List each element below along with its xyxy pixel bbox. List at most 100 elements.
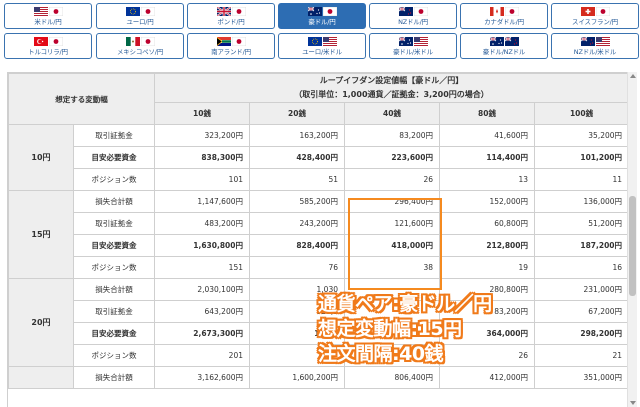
row-label: 取引証拠金: [73, 300, 155, 323]
currency-tab[interactable]: NZドル/円: [369, 3, 457, 29]
row-label: 損失合計額: [73, 366, 155, 389]
currency-tab-label: NZドル/米ドル: [573, 48, 617, 56]
overlay-line-pair: 通貨ペア:豪ドル／円: [318, 293, 492, 315]
table-row: 損失合計額 3,162,600円 1,600,200円 806,400円 412,000…: [8, 366, 627, 389]
value-cell: 231,000円: [533, 278, 627, 301]
value-cell: 828,400円: [249, 234, 345, 257]
tab-flags: [216, 6, 246, 17]
currency-tab[interactable]: カナダドル/円: [460, 3, 548, 29]
value-cell: 838,300円: [154, 146, 250, 169]
flag-au-icon: [307, 7, 322, 16]
currency-tab[interactable]: 豪ドル/NZドル: [460, 33, 548, 59]
value-cell: 187,200円: [533, 234, 627, 257]
value-cell: 76: [249, 256, 345, 279]
value-cell: 428,400円: [249, 146, 345, 169]
currency-tab-label: ポンド/円: [217, 18, 245, 26]
value-cell: 412,000円: [439, 366, 535, 389]
flag-jp-icon: [322, 7, 337, 16]
value-cell: 114,400円: [439, 146, 535, 169]
currency-tab[interactable]: ユーロ/円: [96, 3, 184, 29]
value-cell: 121,600円: [344, 212, 440, 235]
tab-flags: [580, 6, 610, 17]
value-cell: 351,000円: [533, 366, 627, 389]
value-cell: 1,600,200円: [249, 366, 345, 389]
table-row: ポジション数 151 76 38 19 16: [9, 256, 627, 279]
row-label: 目安必要資金: [73, 146, 155, 169]
value-cell: 643,200円: [154, 300, 250, 323]
table-title: ループイフダン設定値幅【豪ドル／円】 （取引単位：1,000通貨／証拠金：3,2…: [153, 73, 627, 103]
value-cell: 296,400円: [344, 190, 440, 213]
value-cell: 35,200円: [533, 124, 627, 147]
vertical-scrollbar[interactable]: [627, 72, 637, 407]
currency-tab[interactable]: NZドル/米ドル: [551, 33, 639, 59]
flag-au-icon: [398, 37, 413, 46]
table-row: 10円 取引証拠金 323,200円 163,200円 83,200円 41,600円 35…: [8, 124, 627, 191]
currency-tab[interactable]: トルコリラ/円: [4, 33, 92, 59]
overlay-caption: 通貨ペア:豪ドル／円 想定変動幅:15円 注文間隔:40銭: [318, 292, 508, 367]
value-cell: 2,673,300円: [154, 322, 250, 345]
currency-tab-label: 豪ドル/NZドル: [482, 48, 526, 56]
value-cell: 2,030,100円: [154, 278, 250, 301]
table-title-line2: （取引単位：1,000通貨／証拠金：3,200円の場合）: [294, 90, 489, 99]
flag-us-icon: [322, 37, 337, 46]
value-cell: 323,200円: [154, 124, 250, 147]
flag-mx-icon: [125, 37, 140, 46]
value-cell: 3,162,600円: [154, 366, 250, 389]
value-cell: 201: [154, 344, 250, 367]
scroll-down-arrow-icon[interactable]: [630, 401, 636, 405]
simulation-table-container: 想定する変動幅 ループイフダン設定値幅【豪ドル／円】 （取引単位：1,000通貨…: [7, 72, 627, 407]
tab-flags: [307, 36, 337, 47]
flag-ch-icon: [580, 7, 595, 16]
value-cell: 101,200円: [533, 146, 627, 169]
flag-nz-icon: [398, 7, 413, 16]
column-header: 40銭: [344, 102, 440, 125]
value-cell: 223,600円: [344, 146, 440, 169]
value-cell: 101: [154, 168, 250, 191]
currency-tab[interactable]: 米ドル/円: [4, 3, 92, 29]
scroll-thumb[interactable]: [629, 196, 636, 296]
table-row: 目安必要資金 838,300円 428,400円 223,600円 114,400円 10…: [9, 146, 627, 169]
overlay-line-range: 想定変動幅:15円: [318, 318, 462, 340]
value-cell: 21: [533, 344, 627, 367]
currency-tab-label: 豪ドル/米ドル: [393, 48, 433, 56]
row-label: 損失合計額: [73, 190, 155, 213]
flag-us-icon: [413, 37, 428, 46]
value-cell: 19: [439, 256, 535, 279]
value-cell: 243,200円: [249, 212, 345, 235]
row-label: 目安必要資金: [73, 322, 155, 345]
flag-jp-icon: [504, 7, 519, 16]
currency-tab[interactable]: 豪ドル/円: [278, 3, 366, 29]
tab-flags: [33, 36, 63, 47]
currency-tab[interactable]: 豪ドル/米ドル: [369, 33, 457, 59]
column-header: 20銭: [249, 102, 345, 125]
value-cell: 298,200円: [533, 322, 627, 345]
flag-za-icon: [216, 37, 231, 46]
table-title-line1: ループイフダン設定値幅【豪ドル／円】: [319, 76, 464, 85]
scroll-up-arrow-icon[interactable]: [630, 74, 636, 78]
table-row: 目安必要資金 1,630,800円 828,400円 418,000円 212,800円…: [9, 234, 627, 257]
currency-tab[interactable]: ユーロ/米ドル: [278, 33, 366, 59]
currency-tab-label: メキシコペソ/円: [116, 48, 164, 56]
flag-us-icon: [595, 37, 610, 46]
flag-jp-icon: [140, 37, 155, 46]
row-label: 損失合計額: [73, 278, 155, 301]
flag-us-icon: [33, 7, 48, 16]
currency-tab[interactable]: メキシコペソ/円: [96, 33, 184, 59]
value-cell: 585,200円: [249, 190, 345, 213]
value-cell: 483,200円: [154, 212, 250, 235]
value-cell: 151: [154, 256, 250, 279]
currency-tab[interactable]: 南アランド/円: [187, 33, 275, 59]
currency-tab-label: ユーロ/円: [126, 18, 154, 26]
currency-pair-tabs: 米ドル/円 ユーロ/円 ポンド/円 豪ドル/円 NZドル/円 カナダドル/円 スイスフラン/…: [4, 3, 639, 61]
tab-flags: [398, 6, 428, 17]
flag-ca-icon: [489, 7, 504, 16]
value-cell: 41,600円: [439, 124, 535, 147]
currency-tab[interactable]: スイスフラン/円: [551, 3, 639, 29]
table-row: 15円 損失合計額 1,147,600円 585,200円 296,400円 152,00…: [8, 190, 627, 279]
row-label: ポジション数: [73, 256, 155, 279]
currency-tab-label: ユーロ/米ドル: [302, 48, 342, 56]
currency-tab-label: カナダドル/円: [484, 18, 524, 26]
range-cell: 10円: [8, 124, 74, 191]
flag-jp-icon: [48, 7, 63, 16]
currency-tab[interactable]: ポンド/円: [187, 3, 275, 29]
